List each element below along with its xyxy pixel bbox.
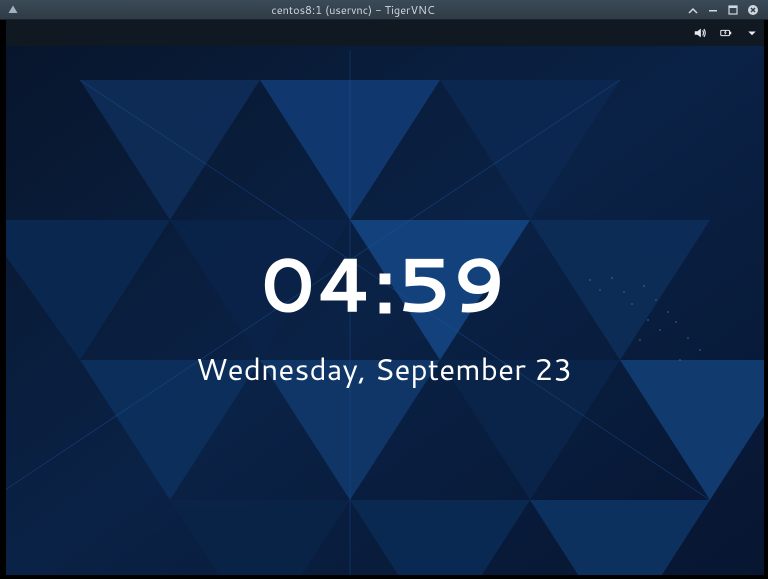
clock-date: Wednesday, September 23 (0, 347, 768, 390)
minimize-button[interactable] (684, 2, 702, 18)
volume-icon[interactable] (692, 25, 708, 41)
close-button[interactable] (744, 2, 762, 18)
restore-button[interactable] (704, 2, 722, 18)
clock-time: 04:59 (0, 230, 768, 337)
vnc-titlebar: centos8:1 (uservnc) - TigerVNC (0, 0, 768, 20)
top-status-bar (0, 20, 768, 46)
window-title: centos8:1 (uservnc) - TigerVNC (271, 2, 434, 18)
lock-screen-clock: 04:59 Wednesday, September 23 (0, 230, 768, 390)
remote-session[interactable]: 04:59 Wednesday, September 23 (0, 20, 768, 579)
chevron-down-icon[interactable] (744, 25, 760, 41)
maximize-button[interactable] (724, 2, 742, 18)
battery-icon[interactable] (718, 25, 734, 41)
vnc-app-icon (6, 3, 20, 17)
